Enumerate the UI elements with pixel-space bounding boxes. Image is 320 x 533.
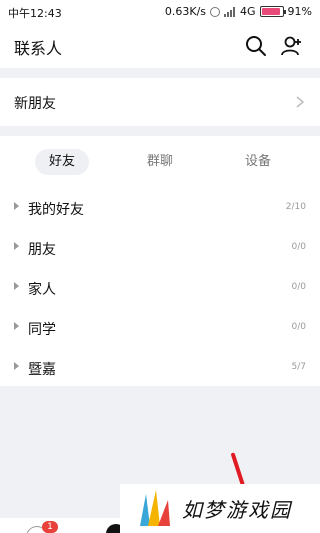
group-row[interactable]: 暨嘉 5/7: [0, 348, 320, 388]
group-name: 我的好友: [28, 202, 84, 218]
battery-level: [261, 8, 280, 15]
header: 联系人: [0, 24, 320, 68]
contact-tabs: 好友 群聊 设备: [0, 146, 320, 178]
alarm-icon: [210, 6, 221, 17]
new-friends-row[interactable]: 新朋友: [0, 78, 320, 126]
add-friend-icon: [281, 36, 301, 56]
group-name: 暨嘉: [28, 362, 56, 378]
group-count: 2/10: [285, 202, 306, 212]
group-name: 家人: [28, 282, 56, 298]
network-speed: 0.63K/s: [164, 5, 207, 18]
group-row[interactable]: 家人 0/0: [0, 268, 320, 308]
unread-badge: 1: [42, 521, 58, 533]
watermark-text: 如梦游戏园: [182, 498, 292, 522]
contacts-panel: 好友 群聊 设备 我的好友 2/10 朋友 0/0 家人 0/0 同学 0/0 …: [0, 136, 320, 386]
group-row[interactable]: 我的好友 2/10: [0, 188, 320, 228]
group-count: 0/0: [291, 242, 306, 252]
watermark: 如梦游戏园: [120, 484, 320, 533]
battery-tip: [283, 10, 286, 14]
signal-icon: [224, 6, 236, 17]
caret-right-icon: [14, 362, 19, 370]
red-annotation-stroke: [230, 452, 246, 488]
watermark-logo-icon: [140, 490, 170, 526]
page-title: 联系人: [14, 39, 63, 58]
new-friends-label: 新朋友: [14, 96, 56, 112]
tab-friends[interactable]: 好友: [35, 149, 89, 175]
status-time: 中午12:43: [8, 7, 62, 20]
caret-right-icon: [14, 202, 19, 210]
group-count: 0/0: [291, 282, 306, 292]
group-row[interactable]: 同学 0/0: [0, 308, 320, 348]
chevron-right-icon: [296, 96, 304, 108]
caret-right-icon: [14, 242, 19, 250]
tab-devices[interactable]: 设备: [233, 149, 283, 175]
search-button[interactable]: [244, 34, 268, 58]
search-icon: [246, 36, 266, 56]
status-indicators: 0.63K/s 4G 91%: [165, 5, 312, 18]
group-count: 5/7: [291, 362, 306, 372]
group-count: 0/0: [291, 322, 306, 332]
battery-percent: 91%: [287, 5, 312, 18]
caret-right-icon: [14, 282, 19, 290]
battery-icon: [259, 6, 286, 17]
caret-right-icon: [14, 322, 19, 330]
group-row[interactable]: 朋友 0/0: [0, 228, 320, 268]
add-friend-button[interactable]: [280, 34, 304, 58]
tab-groups[interactable]: 群聊: [135, 149, 185, 175]
status-bar: 中午12:43 0.63K/s 4G 91%: [0, 0, 320, 24]
network-type: 4G: [240, 5, 256, 18]
group-name: 同学: [28, 322, 56, 338]
group-name: 朋友: [28, 242, 56, 258]
group-list: 我的好友 2/10 朋友 0/0 家人 0/0 同学 0/0 暨嘉 5/7: [0, 188, 320, 388]
